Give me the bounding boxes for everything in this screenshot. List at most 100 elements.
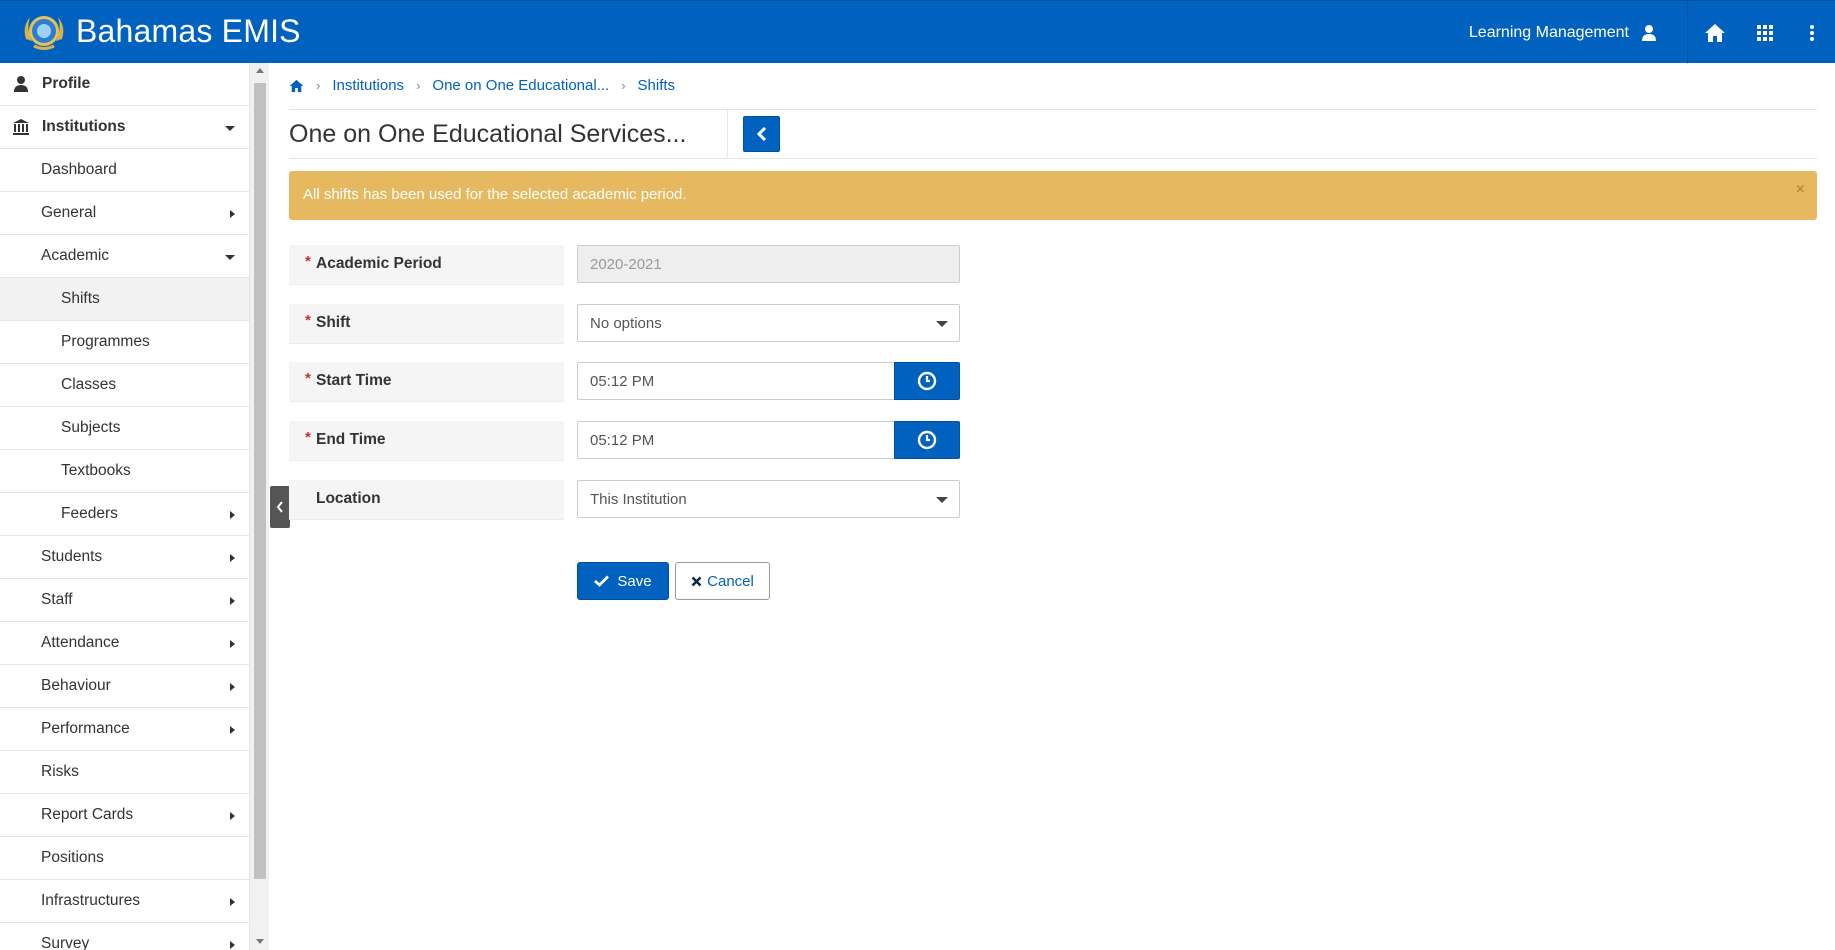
sidebar-item-label: Profile xyxy=(42,75,91,92)
navbar-divider xyxy=(1687,1,1688,64)
label-text: Academic Period xyxy=(316,255,442,272)
shift-row: * Shift No options xyxy=(289,304,960,344)
institution-icon xyxy=(13,119,29,135)
sidebar-item-academic[interactable]: Academic xyxy=(0,235,249,278)
alert-close-button[interactable]: × xyxy=(1796,181,1805,199)
required-marker: * xyxy=(305,253,311,270)
label-text: End Time xyxy=(316,431,386,448)
sidebar-item-label: Textbooks xyxy=(61,462,131,479)
more-options-button[interactable] xyxy=(1788,1,1835,64)
sidebar-item-positions[interactable]: Positions xyxy=(0,837,249,880)
sidebar-item-report-cards[interactable]: Report Cards xyxy=(0,794,249,837)
sidebar-item-label: Shifts xyxy=(61,290,100,307)
sidebar-item-feeders[interactable]: Feeders xyxy=(0,493,249,536)
sidebar-item-profile[interactable]: Profile xyxy=(0,63,249,106)
scrollbar-thumb[interactable] xyxy=(254,83,266,879)
start-time-input[interactable]: 05:12 PM xyxy=(577,362,895,400)
scroll-down-arrow-icon[interactable] xyxy=(256,939,264,944)
grid-icon xyxy=(1757,24,1773,41)
page-title: One on One Educational Services... xyxy=(289,120,687,148)
sidebar-item-attendance[interactable]: Attendance xyxy=(0,622,249,665)
cancel-button-label: Cancel xyxy=(707,572,754,590)
start-time-picker-button[interactable] xyxy=(894,362,960,400)
close-icon xyxy=(691,576,702,586)
scroll-up-arrow-icon[interactable] xyxy=(256,68,264,73)
cancel-button[interactable]: Cancel xyxy=(675,562,770,600)
shift-label: * Shift xyxy=(289,304,564,344)
sidebar-scrollbar[interactable] xyxy=(249,63,269,950)
page-title-bar: One on One Educational Services... xyxy=(289,109,1817,159)
sidebar-item-label: General xyxy=(41,204,97,221)
sidebar-item-label: Students xyxy=(41,548,103,565)
back-button[interactable] xyxy=(743,116,780,152)
breadcrumb-link-institution[interactable]: One on One Educational... xyxy=(432,77,609,94)
academic-period-label: * Academic Period xyxy=(289,245,564,285)
chevron-right-icon xyxy=(230,554,235,562)
sidebar-item-subjects[interactable]: Subjects xyxy=(0,407,249,450)
sidebar-item-general[interactable]: General xyxy=(0,192,249,235)
sidebar-item-shifts[interactable]: Shifts xyxy=(0,278,249,321)
sidebar-item-risks[interactable]: Risks xyxy=(0,751,249,794)
label-text: Start Time xyxy=(316,372,392,389)
home-button[interactable] xyxy=(1690,1,1740,64)
user-menu[interactable]: Learning Management xyxy=(1469,1,1657,64)
sidebar-item-dashboard[interactable]: Dashboard xyxy=(0,149,249,192)
sidebar-item-infrastructures[interactable]: Infrastructures xyxy=(0,880,249,923)
sidebar-item-students[interactable]: Students xyxy=(0,536,249,579)
chevron-left-icon xyxy=(756,126,766,142)
label-text: Shift xyxy=(316,314,351,331)
location-select-value: This Institution xyxy=(590,491,687,508)
chevron-right-icon xyxy=(230,640,235,648)
sidebar-item-behaviour[interactable]: Behaviour xyxy=(0,665,249,708)
sidebar-item-programmes[interactable]: Programmes xyxy=(0,321,249,364)
clock-icon xyxy=(917,371,937,391)
end-time-label: * End Time xyxy=(289,421,564,461)
user-name-label: Learning Management xyxy=(1468,23,1629,41)
chevron-right-icon xyxy=(230,726,235,734)
sidebar-item-label: Infrastructures xyxy=(41,892,141,909)
sidebar-item-label: Institutions xyxy=(42,118,126,135)
home-icon[interactable] xyxy=(289,79,304,93)
save-button-label: Save xyxy=(617,572,652,590)
title-divider xyxy=(727,110,728,158)
sidebar-item-label: Feeders xyxy=(61,505,118,522)
breadcrumb: › Institutions › One on One Educational.… xyxy=(289,77,675,94)
label-text: Location xyxy=(316,490,381,507)
sidebar-item-label: Programmes xyxy=(61,333,150,350)
sidebar-item-label: Classes xyxy=(61,376,117,393)
app-brand-title[interactable]: Bahamas EMIS xyxy=(76,13,301,50)
breadcrumb-link-institutions[interactable]: Institutions xyxy=(332,77,404,94)
sidebar-item-staff[interactable]: Staff xyxy=(0,579,249,622)
end-time-input[interactable]: 05:12 PM xyxy=(577,421,895,459)
academic-period-field: 2020-2021 xyxy=(577,245,960,283)
sidebar-item-performance[interactable]: Performance xyxy=(0,708,249,751)
chevron-down-icon xyxy=(225,126,235,131)
sidebar-item-label: Report Cards xyxy=(41,806,134,823)
apps-grid-button[interactable] xyxy=(1740,1,1790,64)
start-time-label: * Start Time xyxy=(289,362,564,402)
sidebar-item-institutions[interactable]: Institutions xyxy=(0,106,249,149)
user-icon xyxy=(1642,24,1656,41)
sidebar-item-textbooks[interactable]: Textbooks xyxy=(0,450,249,493)
end-time-row: * End Time 05:12 PM xyxy=(289,421,960,461)
sidebar-item-label: Staff xyxy=(41,591,73,608)
sidebar-item-survey[interactable]: Survey xyxy=(0,923,249,950)
sidebar-item-label: Attendance xyxy=(41,634,120,651)
sidebar-item-label: Dashboard xyxy=(41,161,117,178)
clock-icon xyxy=(917,430,937,450)
location-select[interactable]: This Institution xyxy=(577,480,960,518)
chevron-down-icon xyxy=(936,321,948,327)
sidebar-item-classes[interactable]: Classes xyxy=(0,364,249,407)
chevron-right-icon xyxy=(230,683,235,691)
chevron-right-icon xyxy=(230,898,235,906)
shift-select[interactable]: No options xyxy=(577,304,960,342)
bahamas-emis-logo[interactable] xyxy=(20,11,68,53)
end-time-picker-button[interactable] xyxy=(894,421,960,459)
sidebar-collapse-button[interactable] xyxy=(270,486,290,528)
sidebar-item-label: Behaviour xyxy=(41,677,111,694)
required-marker: * xyxy=(305,312,311,329)
sidebar-item-label: Academic xyxy=(41,247,110,264)
breadcrumb-link-shifts[interactable]: Shifts xyxy=(638,77,676,94)
chevron-down-icon xyxy=(936,497,948,503)
save-button[interactable]: Save xyxy=(577,562,669,600)
